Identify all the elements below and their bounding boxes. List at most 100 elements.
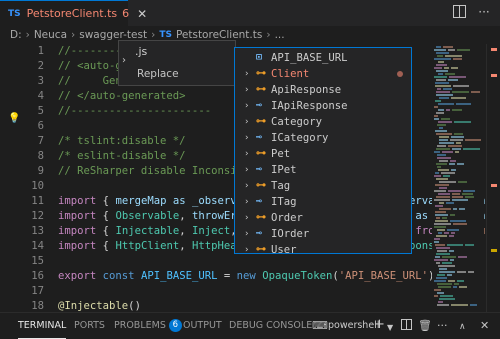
more-actions-icon[interactable]: ··· [477,5,491,19]
split-editor-icon[interactable] [452,5,466,19]
minimap-line [438,232,442,234]
minimap-line [438,109,444,111]
new-terminal-icon[interactable]: + [374,318,385,332]
breadcrumb: D: › Neuca › swagger-test › TS PetstoreC… [0,26,500,44]
minimap-line [434,280,446,282]
minimap-line [458,256,467,258]
suggestion-item[interactable]: › ⊶ User [235,242,411,254]
chevron-right-icon[interactable]: › [244,178,249,194]
minimap-line [453,58,462,60]
suggestion-item[interactable]: › ⊶ Tag [235,178,411,194]
minimap-line [439,298,455,300]
panel-tab-terminal[interactable]: TERMINAL [18,313,67,339]
line-code: //---------------------- [58,105,212,117]
chevron-right-icon[interactable]: › [244,98,249,114]
chevron-right-icon[interactable]: › [244,66,249,82]
chevron-right-icon[interactable]: › [244,114,249,130]
replace-input[interactable]: Replace [137,68,179,80]
chevron-right-icon[interactable]: › [244,210,249,226]
class-icon: ⊶ [256,116,266,127]
minimap-line [438,265,455,267]
line-number: 6 [37,120,44,132]
suggestion-item[interactable]: › ⊶ Pet [235,146,411,162]
panel-tab-debug-console[interactable]: DEBUG CONSOLE [229,313,312,339]
suggestion-item[interactable]: › ⊸ ICategory [235,130,411,146]
class-icon: ⊶ [256,148,266,159]
vertical-scrollbar[interactable] [486,44,500,312]
minimap-line [447,274,452,276]
minimap-line [438,61,444,63]
find-input[interactable]: .js [135,45,147,58]
minimap[interactable] [432,44,484,312]
chevron-right-icon[interactable]: › [244,242,249,253]
minimap-line [434,238,440,240]
suggestion-item[interactable]: › ⊶ Client [235,66,411,82]
interface-icon: ⊸ [256,164,263,175]
panel-tab-output[interactable]: OUTPUT [183,313,222,339]
more-actions-icon[interactable]: ··· [437,319,448,333]
toggle-replace-chevron-icon[interactable]: › [122,55,126,66]
chevron-right-icon[interactable]: › [244,146,249,162]
minimap-line [436,196,450,198]
chevron-up-icon[interactable]: ∧ [459,320,466,334]
chevron-right-icon: › [71,29,76,41]
suggestion-item[interactable]: › ⊶ Order [235,210,411,226]
minimap-line [434,175,441,177]
minimap-line [457,271,466,273]
minimap-line [437,157,451,159]
suggestion-label: Tag [271,180,291,192]
minimap-line [442,262,452,264]
chevron-right-icon[interactable]: › [244,194,249,210]
chevron-down-icon[interactable]: ▼ [387,321,393,335]
minimap-line [436,262,440,264]
breadcrumb-item-more[interactable]: ... [275,29,285,41]
chevron-right-icon[interactable]: › [244,162,249,178]
minimap-line [439,181,456,183]
minimap-line [434,223,451,225]
trash-icon[interactable]: 🗑 [418,319,432,333]
minimap-line [434,67,442,69]
code-line[interactable]: 16 export const API_BASE_URL = new Opaque… [0,269,441,284]
minimap-line [439,268,447,270]
suggestion-item[interactable]: › ⊸ IPet [235,162,411,178]
suggestion-item[interactable]: › ⊶ Category [235,114,411,130]
suggestion-item[interactable]: › ⊶ ApiResponse [235,82,411,98]
breadcrumb-item-neuca[interactable]: Neuca [34,29,67,41]
minimap-line [448,79,458,81]
suggestion-label: User [271,244,297,254]
minimap-line [439,187,447,189]
close-panel-icon[interactable]: ✕ [480,319,489,333]
minimap-line [436,112,444,114]
suggestion-item[interactable]: › ⊸ IOrder [235,226,411,242]
suggestion-item[interactable]: › ⊸ ITag [235,194,411,210]
minimap-line [435,184,449,186]
chevron-right-icon[interactable]: › [244,82,249,98]
code-line[interactable]: 17 [0,284,430,299]
minimap-line [446,109,450,111]
tab-title: PetstoreClient.ts [26,7,118,20]
split-terminal-icon[interactable] [401,319,412,334]
minimap-line [453,208,457,210]
minimap-line [455,151,459,153]
panel-tab-ports[interactable]: PORTS [74,313,105,339]
minimap-line [435,100,441,102]
close-icon[interactable]: ✕ [137,7,147,21]
suggestion-item[interactable]: › ⊸ IApiResponse [235,98,411,114]
minimap-line [463,148,480,150]
terminal-name[interactable]: powershell [328,313,379,339]
minimap-line [441,172,455,174]
code-line[interactable]: 15 [0,254,430,269]
suggestion-label: Category [271,116,323,128]
suggestion-label: IApiResponse [271,100,348,112]
editor-tab-petstoreclient[interactable]: TS PetstoreClient.ts 6 ✕ [0,0,147,26]
chevron-right-icon[interactable]: › [244,226,249,242]
suggestion-item[interactable]: ⊡ API_BASE_URL [235,50,411,66]
breadcrumb-item-drive[interactable]: D: [10,29,22,41]
chevron-right-icon[interactable]: › [244,130,249,146]
minimap-line [450,139,463,141]
panel-tab-problems[interactable]: PROBLEMS 6 [114,313,182,339]
code-line[interactable]: 18 @Injectable() [0,299,430,312]
minimap-line [437,166,441,168]
line-number: 3 [37,75,44,87]
minimap-line [435,220,448,222]
